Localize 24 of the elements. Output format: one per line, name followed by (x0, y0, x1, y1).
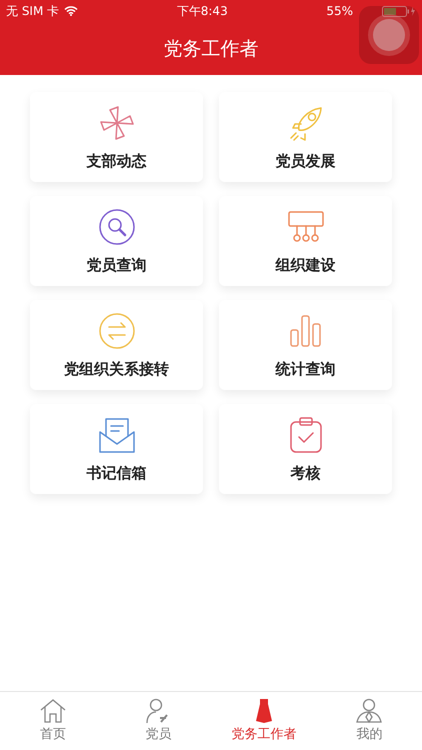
tile-label: 党组织关系接转 (64, 360, 169, 378)
tab[interactable]: 党务工作者 (211, 692, 316, 750)
menu-tile[interactable]: 党组织关系接转 (30, 300, 203, 390)
page-title: 党务工作者 (164, 36, 258, 62)
tile-label: 考核 (290, 464, 320, 482)
tile-label: 组织建设 (276, 256, 336, 274)
carrier-text: 无 SIM 卡 (6, 2, 60, 20)
menu-tile[interactable]: 组织建设 (219, 196, 392, 286)
tile-label: 党员发展 (276, 152, 336, 170)
menu-tile[interactable]: 党员查询 (30, 196, 203, 286)
menu-tile[interactable]: 考核 (219, 404, 392, 494)
menu-tile[interactable]: 统计查询 (219, 300, 392, 390)
battery-text: 55% (326, 4, 353, 18)
menu-tile[interactable]: 党员发展 (219, 92, 392, 182)
tab[interactable]: 我的 (316, 692, 422, 750)
tab[interactable]: 党员 (106, 692, 211, 750)
tile-label: 党员查询 (86, 256, 146, 274)
tab[interactable]: 首页 (0, 692, 106, 750)
status-time: 下午8:43 (176, 2, 229, 20)
tile-label: 支部动态 (86, 152, 146, 170)
menu-tile[interactable]: 书记信箱 (30, 404, 203, 494)
tile-label: 统计查询 (276, 360, 336, 378)
menu-tile[interactable]: 支部动态 (30, 92, 203, 182)
tile-label: 书记信箱 (86, 464, 146, 482)
